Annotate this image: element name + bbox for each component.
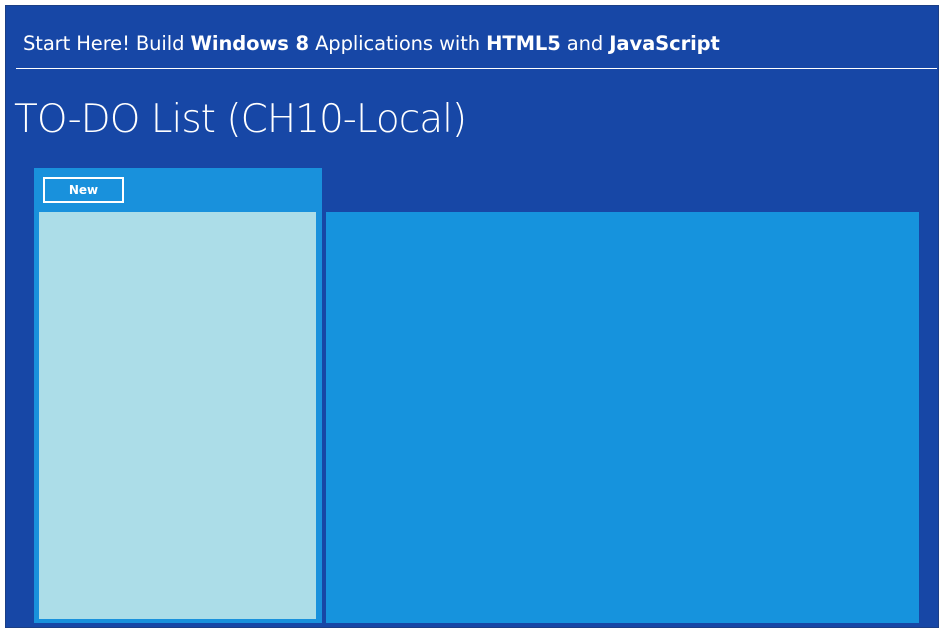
page-title: TO-DO List (CH10-Local)	[14, 97, 467, 142]
banner-text: Start Here! Build	[23, 32, 191, 55]
todo-detail-panel	[326, 212, 919, 623]
app-window: Start Here! Build Windows 8 Applications…	[5, 5, 939, 628]
banner-text-bold: Windows 8	[190, 32, 309, 55]
banner-text-bold: JavaScript	[609, 32, 720, 55]
header-divider	[16, 68, 937, 69]
todo-list-panel: New	[34, 168, 322, 623]
banner-text: and	[560, 32, 610, 55]
todo-list-view[interactable]	[39, 212, 316, 619]
header-banner: Start Here! Build Windows 8 Applications…	[23, 32, 720, 56]
banner-text: Applications with	[308, 32, 487, 55]
new-item-button[interactable]: New	[43, 177, 124, 203]
banner-text-bold: HTML5	[486, 32, 561, 55]
